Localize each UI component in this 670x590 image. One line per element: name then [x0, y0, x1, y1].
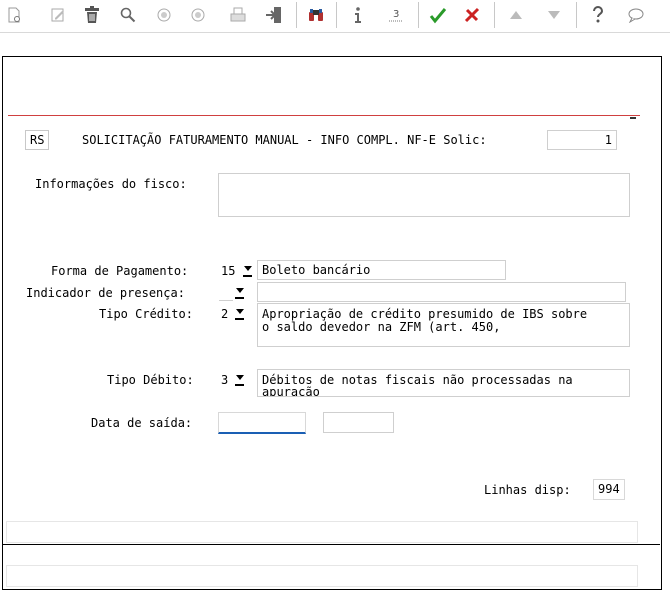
tipo-credito-label: Tipo Crédito:	[99, 307, 193, 321]
message-area	[6, 521, 638, 543]
svg-text:3: 3	[393, 9, 399, 20]
search-icon[interactable]	[116, 4, 140, 26]
next-icon[interactable]	[186, 4, 210, 26]
comment-icon[interactable]	[624, 4, 648, 26]
tipo-debito-label: Tipo Débito:	[107, 373, 194, 387]
indicador-presenca-dropdown-icon[interactable]	[234, 286, 245, 300]
tipo-credito-dropdown-icon[interactable]	[234, 307, 245, 321]
header-divider	[8, 115, 640, 116]
tipo-credito-description: Apropriação de crédito presumido de IBS …	[257, 303, 630, 347]
toolbar-bottom-border	[0, 32, 670, 33]
number-icon[interactable]: 3	[384, 4, 408, 26]
toolbar-separator	[336, 2, 337, 28]
exit-icon[interactable]	[262, 4, 286, 26]
forma-pagamento-code[interactable]: 15	[221, 264, 235, 278]
status-separator	[2, 544, 660, 545]
toolbar-separator	[494, 2, 495, 28]
up-icon[interactable]	[504, 4, 528, 26]
tipo-credito-code[interactable]: 2	[221, 307, 228, 321]
company-code: RS	[25, 130, 49, 150]
solic-number-field[interactable]: 1	[547, 130, 617, 150]
forma-pagamento-description: Boleto bancário	[257, 260, 506, 280]
linhas-disp-value: 994	[593, 479, 625, 500]
delete-icon[interactable]	[80, 4, 104, 26]
down-icon[interactable]	[542, 4, 566, 26]
status-bar	[6, 565, 638, 587]
data-saida-label: Data de saída:	[91, 416, 193, 430]
linhas-disp-label: Linhas disp:	[484, 483, 571, 497]
toolbar: 3	[0, 0, 670, 32]
confirm-icon[interactable]	[426, 4, 450, 26]
toolbar-separator	[418, 2, 419, 28]
forma-pagamento-dropdown-icon[interactable]	[242, 264, 253, 278]
data-saida-time-field[interactable]	[323, 412, 394, 433]
indicador-presenca-description	[257, 282, 626, 302]
edit-icon[interactable]	[46, 4, 70, 26]
fisco-label: Informações do fisco:	[35, 177, 187, 191]
print-icon[interactable]	[226, 4, 250, 26]
info-icon[interactable]	[346, 4, 370, 26]
tipo-debito-code[interactable]: 3	[221, 373, 228, 387]
indicador-presenca-code-underline	[219, 300, 233, 301]
data-saida-date-field[interactable]	[218, 412, 306, 434]
help-icon[interactable]	[586, 4, 610, 26]
divider-marker	[630, 117, 636, 119]
toolbar-separator	[576, 2, 577, 28]
indicador-presenca-label: Indicador de presença:	[26, 286, 185, 300]
forma-pagamento-label: Forma de Pagamento:	[51, 264, 189, 278]
previous-icon[interactable]	[152, 4, 176, 26]
tipo-debito-description: Débitos de notas fiscais não processadas…	[257, 369, 630, 397]
page-title: SOLICITAÇÃO FATURAMENTO MANUAL - INFO CO…	[82, 133, 487, 147]
toolbar-separator	[296, 2, 297, 28]
fisco-textarea[interactable]	[218, 173, 630, 217]
cancel-icon[interactable]	[460, 4, 484, 26]
new-document-icon[interactable]	[2, 4, 26, 26]
tipo-debito-dropdown-icon[interactable]	[234, 373, 245, 387]
binoculars-icon[interactable]	[304, 4, 328, 26]
